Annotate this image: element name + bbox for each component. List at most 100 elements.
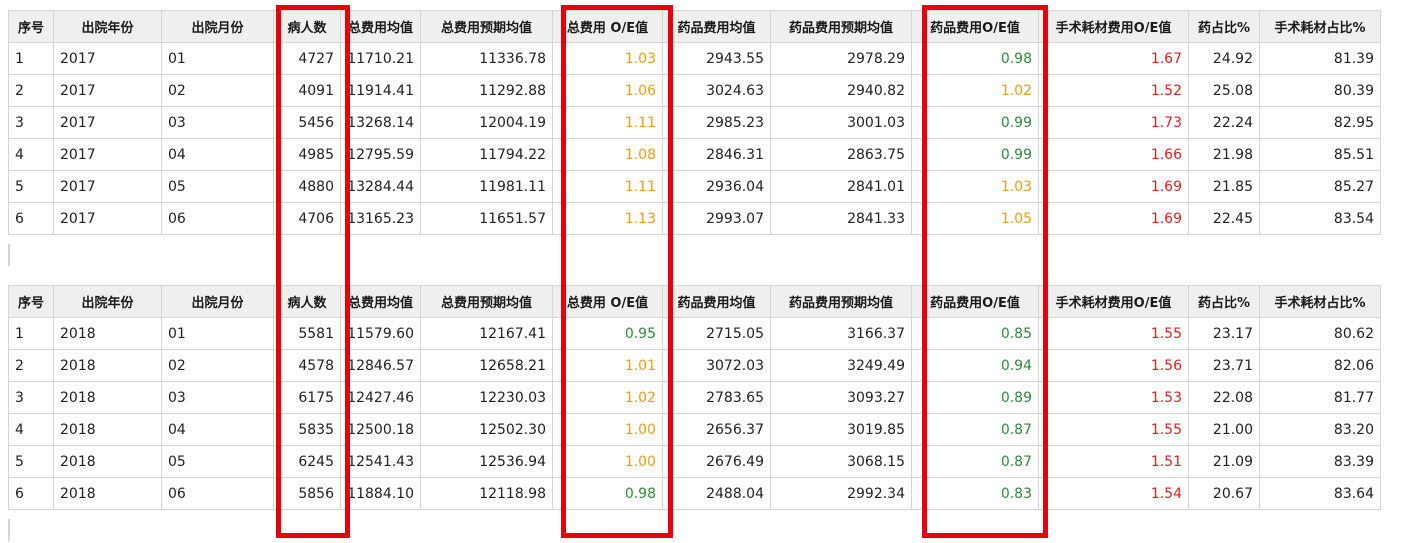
cell-total-expected: 12230.03 [420, 381, 553, 414]
cell-patients: 4706 [273, 202, 341, 235]
table-row[interactable]: 6 2017 06 4706 13165.23 11651.57 1.13 2993.07 28… [8, 202, 1381, 235]
cell-drug-mean: 2488.04 [662, 477, 771, 510]
table-row[interactable]: 3 2017 03 5456 13268.14 12004.19 1.11 2985.23 30… [8, 106, 1381, 139]
cell-drug-pct: 22.45 [1188, 202, 1260, 235]
cell-drug-oe: 1.05 [911, 202, 1039, 235]
col-header-total-oe[interactable]: 总费用 O/E值 [552, 10, 663, 43]
cell-drug-expected: 3249.49 [770, 349, 912, 382]
cell-drug-expected: 3068.15 [770, 445, 912, 478]
table-row[interactable]: 4 2017 04 4985 12795.59 11794.22 1.08 2846.31 28… [8, 138, 1381, 171]
col-header-seq[interactable]: 序号 [8, 10, 54, 43]
col-header-surgical-oe[interactable]: 手术耗材费用O/E值 [1038, 285, 1189, 318]
cell-total-oe: 1.13 [552, 202, 663, 235]
cell-month: 01 [161, 317, 274, 350]
col-header-year[interactable]: 出院年份 [53, 10, 162, 43]
col-header-drug-oe[interactable]: 药品费用O/E值 [911, 285, 1039, 318]
table-row[interactable]: 2 2018 02 4578 12846.57 12658.21 1.01 3072.03 32… [8, 349, 1381, 382]
table-row[interactable]: 2 2017 02 4091 11914.41 11292.88 1.06 3024.63 29… [8, 74, 1381, 107]
table-row[interactable]: 1 2018 01 5581 11579.60 12167.41 0.95 2715.05 31… [8, 317, 1381, 350]
cell-surgical-pct: 83.39 [1259, 445, 1381, 478]
cell-total-oe: 0.98 [552, 477, 663, 510]
col-header-drug-oe[interactable]: 药品费用O/E值 [911, 10, 1039, 43]
col-header-patients[interactable]: 病人数 [273, 10, 341, 43]
cell-drug-expected: 3001.03 [770, 106, 912, 139]
col-header-seq[interactable]: 序号 [8, 285, 54, 318]
cell-seq: 1 [8, 42, 54, 75]
cell-month: 03 [161, 381, 274, 414]
table-row[interactable]: 4 2018 04 5835 12500.18 12502.30 1.00 2656.37 30… [8, 413, 1381, 446]
col-header-month[interactable]: 出院月份 [161, 10, 274, 43]
table-row[interactable]: 6 2018 06 5856 11884.10 12118.98 0.98 2488.04 29… [8, 477, 1381, 510]
cell-drug-mean: 3072.03 [662, 349, 771, 382]
cell-total-mean: 11884.10 [340, 477, 421, 510]
cell-seq: 2 [8, 349, 54, 382]
cell-total-mean: 12500.18 [340, 413, 421, 446]
table-row[interactable]: 5 2018 05 6245 12541.43 12536.94 1.00 2676.49 30… [8, 445, 1381, 478]
table-header-row: 序号 出院年份 出院月份 病人数 总费用均值 总费用预期均值 总费用 O/E值 … [8, 285, 1381, 318]
cell-year: 2018 [53, 477, 162, 510]
cell-drug-mean: 2943.55 [662, 42, 771, 75]
col-header-patients[interactable]: 病人数 [273, 285, 341, 318]
cell-total-expected: 12536.94 [420, 445, 553, 478]
col-header-drug-mean[interactable]: 药品费用均值 [662, 10, 771, 43]
cell-month: 04 [161, 413, 274, 446]
cell-drug-expected: 3166.37 [770, 317, 912, 350]
cell-total-mean: 12795.59 [340, 138, 421, 171]
table-row[interactable]: 5 2017 05 4880 13284.44 11981.11 1.11 2936.04 28… [8, 170, 1381, 203]
cell-total-mean: 11710.21 [340, 42, 421, 75]
cell-drug-oe: 0.89 [911, 381, 1039, 414]
cell-year: 2017 [53, 138, 162, 171]
cell-year: 2018 [53, 317, 162, 350]
cell-drug-mean: 2715.05 [662, 317, 771, 350]
col-header-month[interactable]: 出院月份 [161, 285, 274, 318]
cell-total-mean: 12541.43 [340, 445, 421, 478]
cell-surgical-oe: 1.69 [1038, 202, 1189, 235]
cell-total-mean: 11914.41 [340, 74, 421, 107]
cell-drug-mean: 2993.07 [662, 202, 771, 235]
cell-surgical-oe: 1.73 [1038, 106, 1189, 139]
col-header-drug-expected[interactable]: 药品费用预期均值 [770, 10, 912, 43]
cell-surgical-pct: 85.27 [1259, 170, 1381, 203]
col-header-surgical-pct[interactable]: 手术耗材占比% [1259, 10, 1381, 43]
table-row[interactable]: 1 2017 01 4727 11710.21 11336.78 1.03 2943.55 29… [8, 42, 1381, 75]
col-header-year[interactable]: 出院年份 [53, 285, 162, 318]
col-header-drug-pct[interactable]: 药占比% [1188, 10, 1260, 43]
cell-seq: 6 [8, 477, 54, 510]
cell-patients: 4727 [273, 42, 341, 75]
cell-total-expected: 11981.11 [420, 170, 553, 203]
col-header-surgical-oe[interactable]: 手术耗材费用O/E值 [1038, 10, 1189, 43]
cell-total-oe: 1.03 [552, 42, 663, 75]
col-header-total-expected[interactable]: 总费用预期均值 [420, 10, 553, 43]
cell-seq: 6 [8, 202, 54, 235]
cell-total-oe: 1.08 [552, 138, 663, 171]
cell-total-mean: 12427.46 [340, 381, 421, 414]
col-header-total-mean[interactable]: 总费用均值 [340, 285, 421, 318]
table-row[interactable]: 3 2018 03 6175 12427.46 12230.03 1.02 2783.65 30… [8, 381, 1381, 414]
cell-total-oe: 1.00 [552, 445, 663, 478]
cell-drug-mean: 2985.23 [662, 106, 771, 139]
col-header-total-oe[interactable]: 总费用 O/E值 [552, 285, 663, 318]
cell-total-expected: 12167.41 [420, 317, 553, 350]
cell-total-expected: 11292.88 [420, 74, 553, 107]
cell-drug-expected: 2841.33 [770, 202, 912, 235]
cell-surgical-oe: 1.66 [1038, 138, 1189, 171]
col-header-drug-pct[interactable]: 药占比% [1188, 285, 1260, 318]
cell-year: 2018 [53, 381, 162, 414]
cell-drug-oe: 0.98 [911, 42, 1039, 75]
cell-drug-expected: 3093.27 [770, 381, 912, 414]
cell-surgical-pct: 82.06 [1259, 349, 1381, 382]
cell-year: 2018 [53, 413, 162, 446]
cell-drug-pct: 21.85 [1188, 170, 1260, 203]
cell-drug-pct: 21.00 [1188, 413, 1260, 446]
col-header-drug-mean[interactable]: 药品费用均值 [662, 285, 771, 318]
cell-patients: 6245 [273, 445, 341, 478]
cell-drug-pct: 23.17 [1188, 317, 1260, 350]
col-header-surgical-pct[interactable]: 手术耗材占比% [1259, 285, 1381, 318]
cell-surgical-oe: 1.51 [1038, 445, 1189, 478]
cell-total-expected: 12502.30 [420, 413, 553, 446]
col-header-total-expected[interactable]: 总费用预期均值 [420, 285, 553, 318]
col-header-total-mean[interactable]: 总费用均值 [340, 10, 421, 43]
cell-year: 2018 [53, 445, 162, 478]
col-header-drug-expected[interactable]: 药品费用预期均值 [770, 285, 912, 318]
cell-drug-pct: 21.09 [1188, 445, 1260, 478]
